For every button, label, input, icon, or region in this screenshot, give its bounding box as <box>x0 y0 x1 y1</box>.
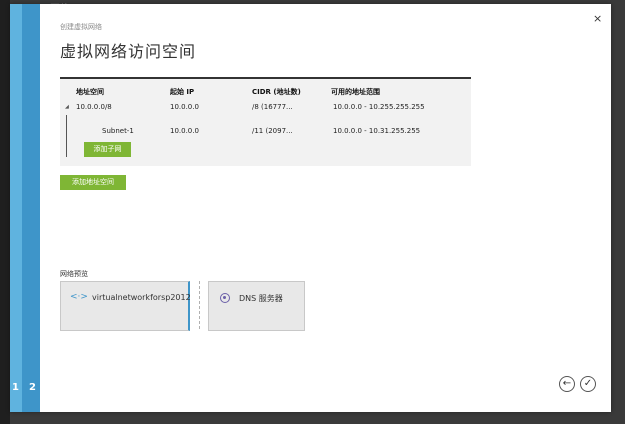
page-title: 虚拟网络访问空间 <box>60 42 197 61</box>
dns-server-label: DNS 服务器 <box>239 294 283 303</box>
step-1[interactable]: 1 <box>12 382 19 393</box>
add-address-space-button[interactable]: 添加地址空间 <box>60 175 126 190</box>
column-header-start-ip: 起始 IP <box>170 88 195 96</box>
background-strip <box>0 0 10 424</box>
address-space-range: 10.0.0.0 - 10.255.255.255 <box>333 103 425 111</box>
subnet-range: 10.0.0.0 - 10.31.255.255 <box>333 127 421 135</box>
column-header-address-space: 地址空间 <box>76 88 104 96</box>
breadcrumb: 创建虚拟网络 <box>60 23 102 31</box>
dns-server-card[interactable]: DNS 服务器 <box>208 281 305 331</box>
preview-separator <box>199 281 200 329</box>
wizard-step-rail: 1 2 <box>10 4 40 412</box>
network-name: virtualnetworkforsp2012 <box>92 293 191 302</box>
address-space-cidr[interactable]: /8 (16777... <box>252 103 293 111</box>
network-preview-card[interactable]: <·> virtualnetworkforsp2012 <box>60 281 191 331</box>
close-icon[interactable]: × <box>593 12 602 25</box>
column-header-cidr: CIDR (地址数) <box>252 88 301 96</box>
address-space-table: 地址空间 起始 IP CIDR (地址数) 可用的地址范围 ◢ 10.0.0.0… <box>60 77 471 166</box>
subnet-indent-line <box>66 115 67 157</box>
network-preview-label: 网络预览 <box>60 270 88 278</box>
collapse-triangle-icon[interactable]: ◢ <box>65 104 69 110</box>
confirm-check-icon[interactable]: ✓ <box>580 376 596 392</box>
dns-server-icon <box>220 293 230 303</box>
rail-highlight <box>10 4 22 412</box>
column-header-range: 可用的地址范围 <box>331 88 380 96</box>
subnet-start-ip[interactable]: 10.0.0.0 <box>170 127 199 135</box>
add-subnet-button[interactable]: 添加子网 <box>84 142 131 157</box>
create-vnet-dialog: 1 2 × 创建虚拟网络 虚拟网络访问空间 地址空间 起始 IP CIDR (地… <box>10 4 611 412</box>
subnet-cidr[interactable]: /11 (2097... <box>252 127 293 135</box>
step-2[interactable]: 2 <box>29 382 36 393</box>
address-space-name[interactable]: 10.0.0.0/8 <box>76 103 112 111</box>
virtual-network-icon: <·> <box>70 292 88 302</box>
address-space-start-ip[interactable]: 10.0.0.0 <box>170 103 199 111</box>
back-arrow-icon[interactable]: ← <box>559 376 575 392</box>
subnet-name[interactable]: Subnet-1 <box>102 127 134 135</box>
